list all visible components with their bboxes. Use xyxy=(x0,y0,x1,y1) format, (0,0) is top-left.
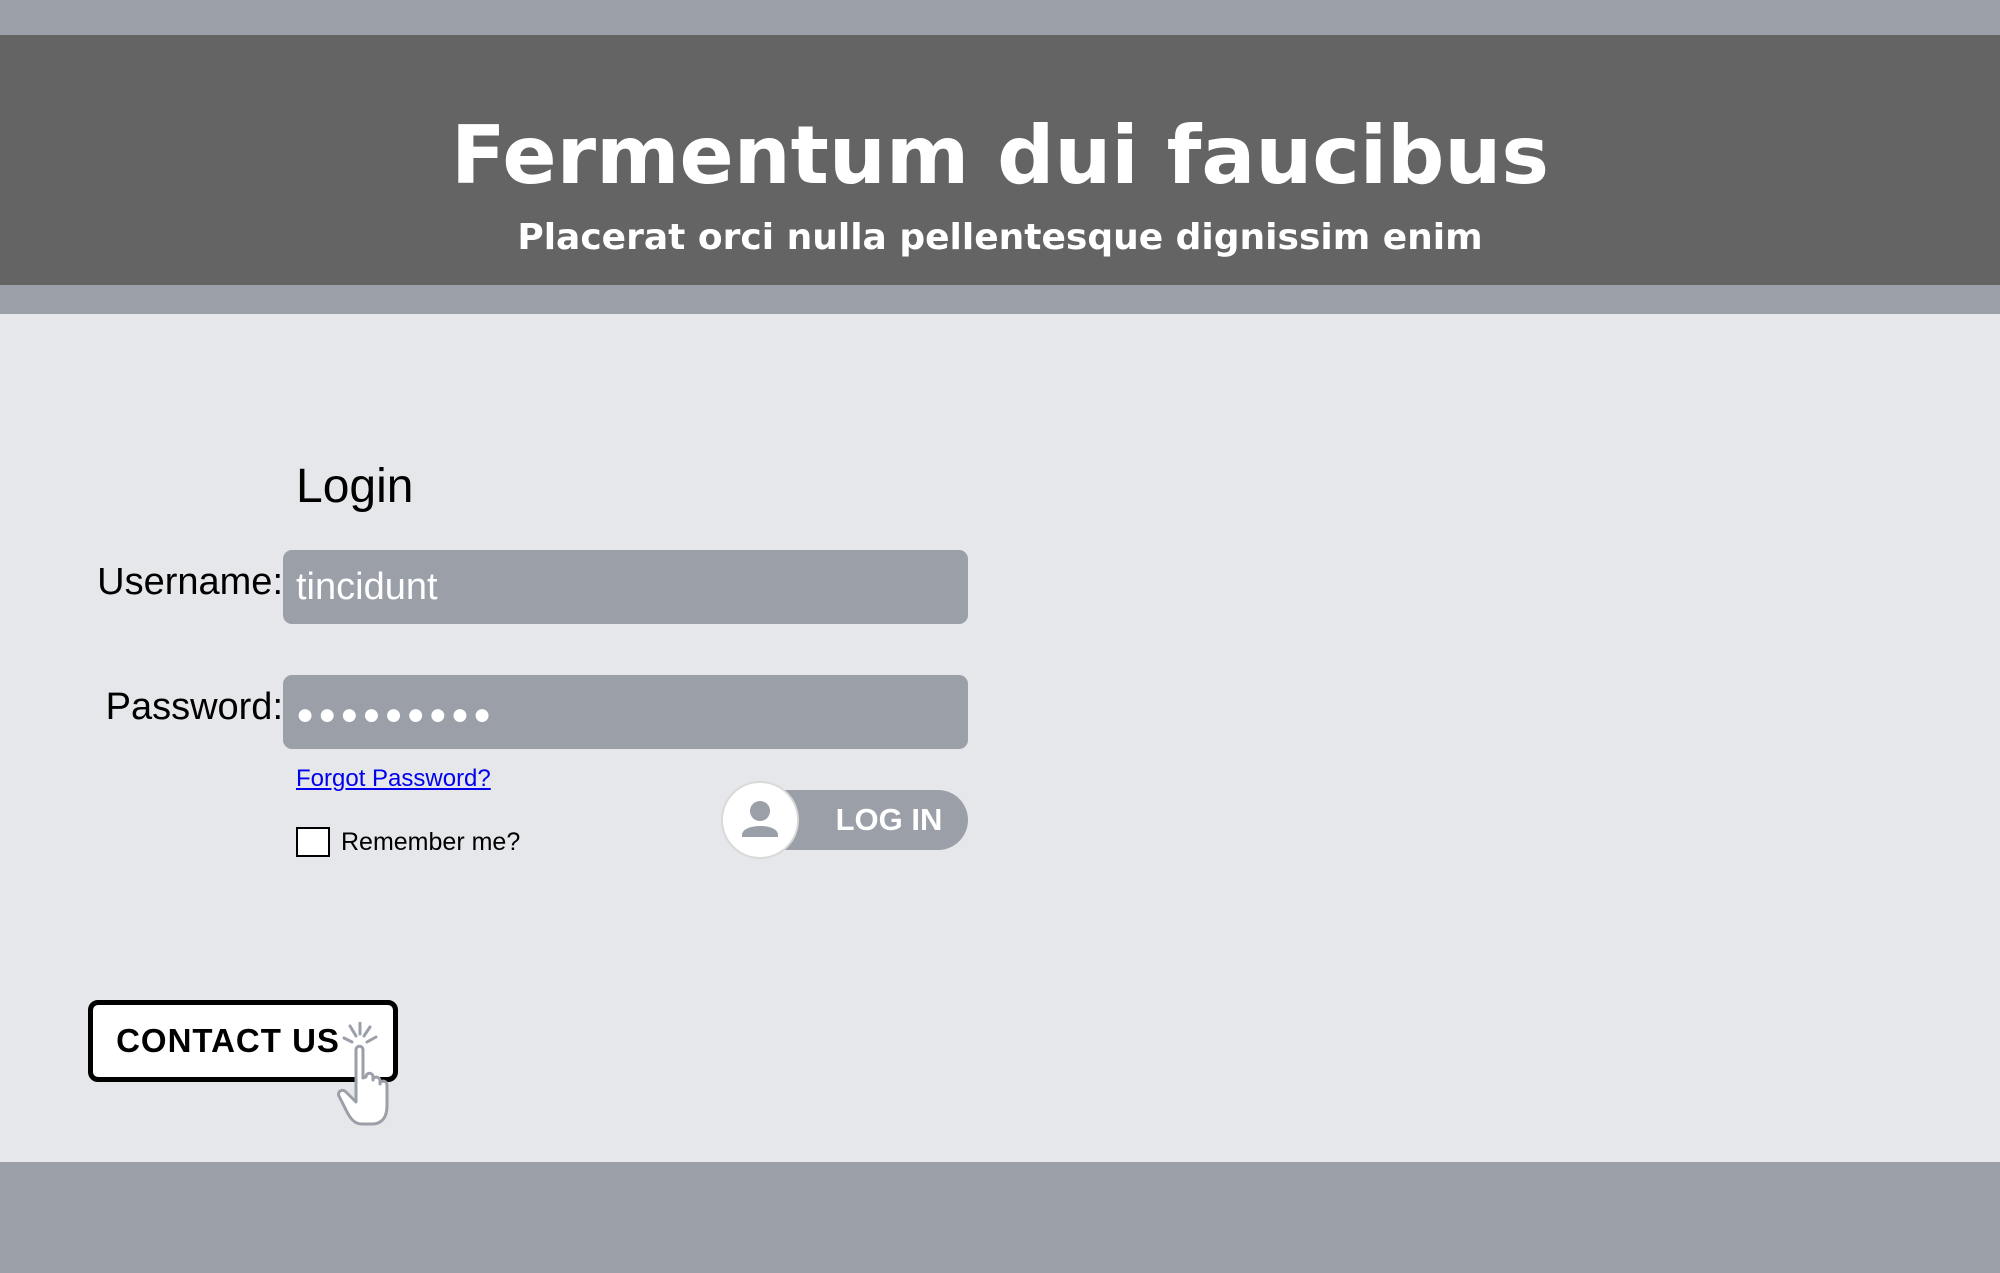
page-header: Fermentum dui faucibus Placerat orci nul… xyxy=(0,35,2000,285)
header-divider-band xyxy=(0,285,2000,314)
remember-me-label: Remember me? xyxy=(341,828,521,856)
page-subtitle: Placerat orci nulla pellentesque digniss… xyxy=(517,217,1483,258)
username-field[interactable]: tincidunt xyxy=(283,550,968,624)
username-value: tincidunt xyxy=(296,566,438,608)
forgot-password-link[interactable]: Forgot Password? xyxy=(296,763,491,795)
user-icon xyxy=(721,781,799,859)
login-button[interactable]: LOG IN xyxy=(721,781,968,859)
top-band xyxy=(0,0,2000,35)
password-label: Password: xyxy=(105,686,283,728)
login-button-label: LOG IN xyxy=(835,802,943,837)
contact-us-label: CONTACT US xyxy=(116,1022,340,1059)
login-heading: Login xyxy=(296,460,414,513)
remember-me-checkbox[interactable] xyxy=(296,827,330,857)
password-value: ●●●●●●●●● xyxy=(296,698,496,731)
password-field[interactable]: ●●●●●●●●● xyxy=(283,675,968,749)
page-title: Fermentum dui faucibus xyxy=(450,109,1549,202)
username-label: Username: xyxy=(97,561,283,603)
main-content: Login Username: tincidunt Password: ●●●●… xyxy=(0,314,2000,1162)
page-footer xyxy=(0,1162,2000,1273)
hand-pointer-icon xyxy=(337,1022,389,1126)
